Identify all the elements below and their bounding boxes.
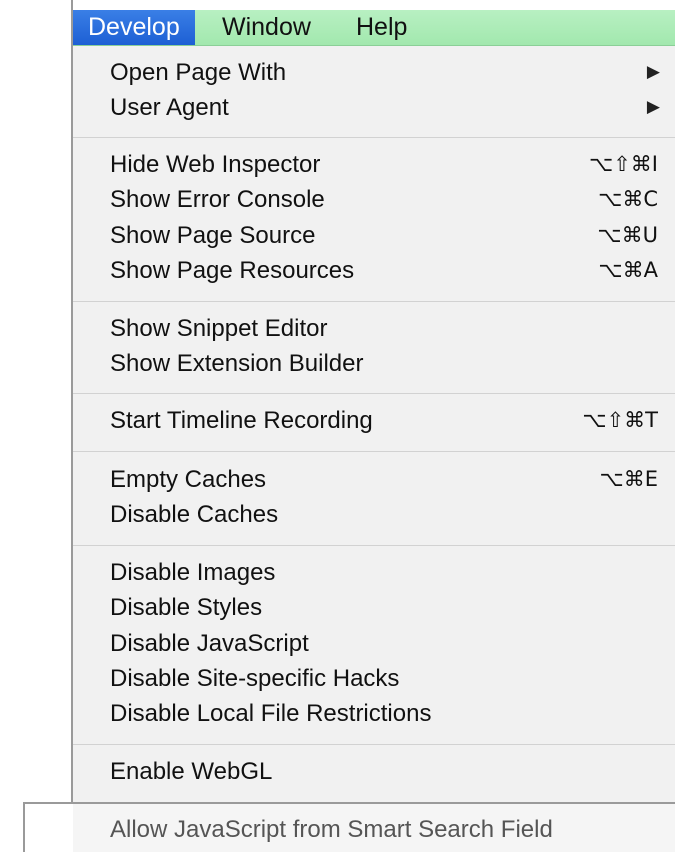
menu-item-show-snippet-editor[interactable]: Show Snippet Editor — [73, 311, 675, 346]
menu-item-hide-web-inspector[interactable]: Hide Web Inspector ⌥⇧⌘I — [73, 147, 675, 182]
menu-item-shortcut: ⌥⌘C — [598, 187, 658, 211]
menu-item-label: Empty Caches — [110, 466, 267, 493]
menu-item-label: Disable Styles — [110, 594, 263, 621]
menu-item-allow-javascript-smart-search[interactable]: Allow JavaScript from Smart Search Field — [110, 812, 553, 847]
menu-item-disable-images[interactable]: Disable Images — [73, 555, 675, 590]
menu-item-label: Disable Images — [110, 559, 276, 586]
menu-item-enable-webgl[interactable]: Enable WebGL — [73, 754, 675, 789]
menu-item-empty-caches[interactable]: Empty Caches ⌥⌘E — [73, 462, 675, 497]
menu-separator — [73, 744, 675, 745]
menu-item-label: Hide Web Inspector — [110, 151, 321, 178]
menu-item-label: Disable Local File Restrictions — [110, 700, 432, 727]
develop-dropdown-menu: Open Page With ▶ User Agent ▶ Hide Web I… — [73, 46, 675, 806]
menu-item-label: Enable WebGL — [110, 758, 273, 785]
menu-item-label: Open Page With — [110, 59, 287, 86]
menu-item-label: Show Error Console — [110, 186, 325, 213]
menu-item-shortcut: ⌥⌘E — [599, 467, 658, 491]
screen: Develop Window Help Open Page With ▶ Use… — [0, 0, 675, 852]
menu-item-shortcut: ⌥⇧⌘T — [582, 408, 658, 432]
menu-item-label: Disable Caches — [110, 501, 279, 528]
menu-separator — [73, 545, 675, 546]
menu-item-show-page-source[interactable]: Show Page Source ⌥⌘U — [73, 218, 675, 253]
menu-item-open-page-with[interactable]: Open Page With ▶ — [73, 55, 675, 90]
menu-item-label: Show Page Resources — [110, 257, 355, 284]
menu-item-disable-javascript[interactable]: Disable JavaScript — [73, 626, 675, 661]
menu-item-label: Show Snippet Editor — [110, 315, 328, 342]
menu-item-label: Start Timeline Recording — [110, 407, 373, 434]
menu-separator — [73, 301, 675, 302]
menu-separator — [73, 137, 675, 138]
menu-help[interactable]: Help — [341, 10, 422, 45]
menu-separator — [73, 393, 675, 394]
window-frame-left-lower — [23, 802, 25, 852]
menu-item-label: Show Extension Builder — [110, 350, 364, 377]
submenu-arrow-icon: ▶ — [646, 62, 660, 82]
menu-item-disable-site-specific-hacks[interactable]: Disable Site-specific Hacks — [73, 661, 675, 696]
menu-develop[interactable]: Develop — [73, 10, 195, 45]
menu-item-shortcut: ⌥⌘A — [598, 258, 658, 282]
menu-item-show-error-console[interactable]: Show Error Console ⌥⌘C — [73, 182, 675, 217]
menu-bar: Develop Window Help — [73, 10, 675, 46]
menu-item-label: User Agent — [110, 94, 229, 121]
menu-item-label: Disable Site-specific Hacks — [110, 665, 400, 692]
menu-item-disable-local-file-restrictions[interactable]: Disable Local File Restrictions — [73, 696, 675, 731]
menu-item-disable-styles[interactable]: Disable Styles — [73, 590, 675, 625]
menu-item-start-timeline-recording[interactable]: Start Timeline Recording ⌥⇧⌘T — [73, 403, 675, 438]
menu-item-shortcut: ⌥⇧⌘I — [589, 152, 658, 176]
menu-window[interactable]: Window — [207, 10, 326, 45]
menu-separator — [73, 451, 675, 452]
menu-item-shortcut: ⌥⌘U — [597, 223, 658, 247]
menu-item-disable-caches[interactable]: Disable Caches — [73, 497, 675, 532]
submenu-arrow-icon: ▶ — [646, 97, 660, 117]
menu-bottom-row: Allow JavaScript from Smart Search Field — [73, 804, 675, 852]
menu-item-label: Show Page Source — [110, 222, 316, 249]
menu-item-user-agent[interactable]: User Agent ▶ — [73, 90, 675, 125]
menu-item-label: Disable JavaScript — [110, 630, 309, 657]
menu-item-show-page-resources[interactable]: Show Page Resources ⌥⌘A — [73, 253, 675, 288]
menu-item-show-extension-builder[interactable]: Show Extension Builder — [73, 346, 675, 381]
